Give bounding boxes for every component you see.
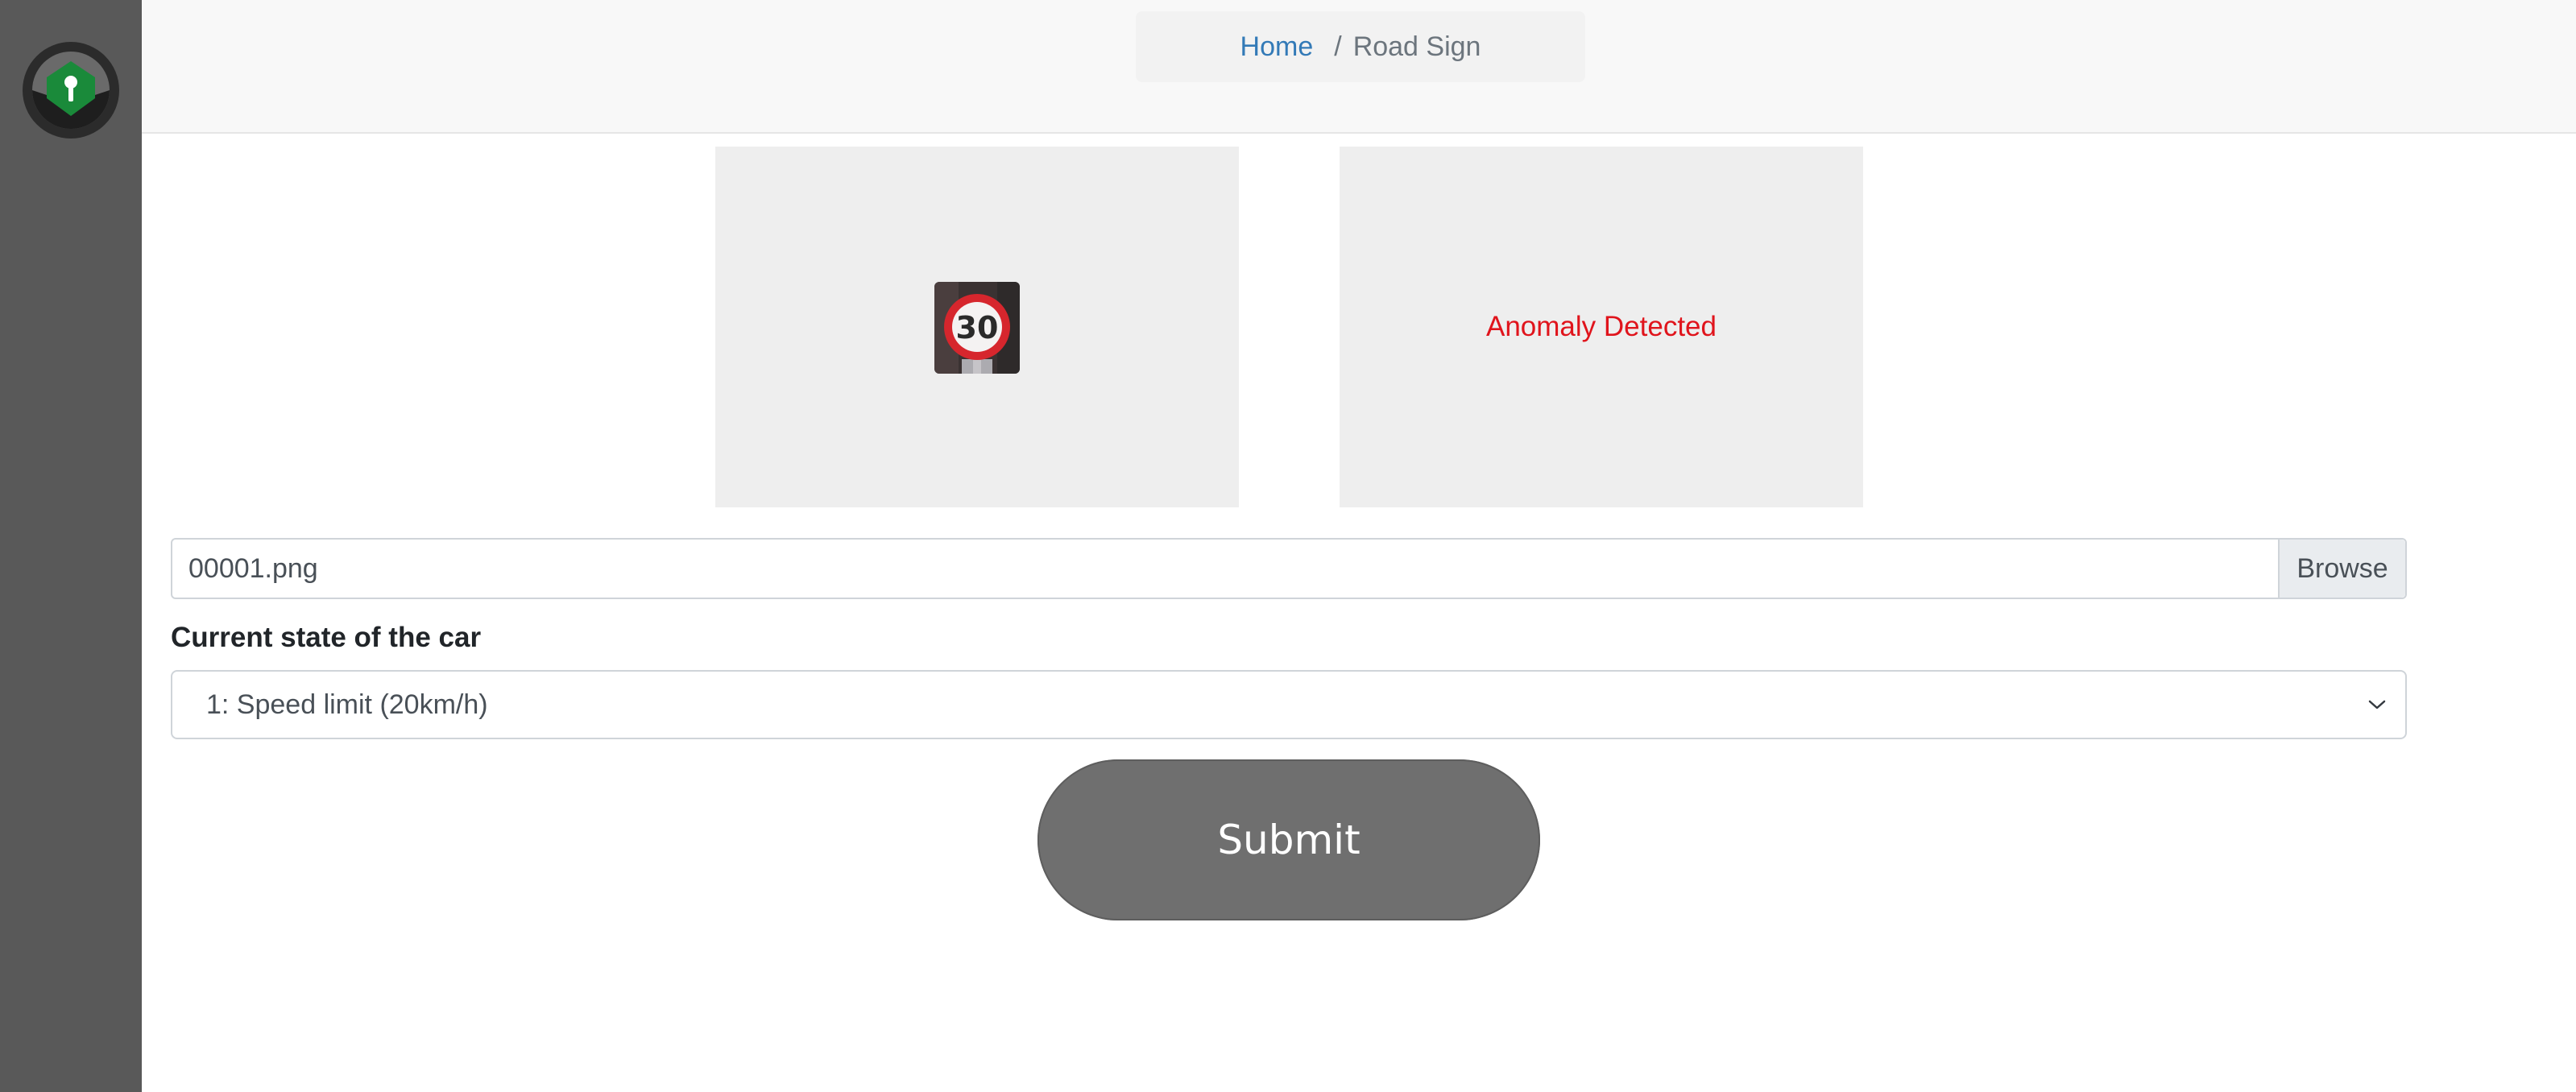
result-panel: Anomaly Detected xyxy=(1340,147,1863,507)
top-header: Home / Road Sign xyxy=(142,0,2576,134)
breadcrumb-home-link[interactable]: Home xyxy=(1240,31,1314,63)
breadcrumb-current: Road Sign xyxy=(1352,31,1481,62)
sign-number: 30 xyxy=(956,310,999,345)
file-upload-field[interactable]: 00001.png Browse xyxy=(171,538,2407,599)
anomaly-status: Anomaly Detected xyxy=(1486,311,1717,342)
breadcrumb-separator: / xyxy=(1334,31,1342,62)
car-state-label: Current state of the car xyxy=(171,622,482,653)
file-name[interactable]: 00001.png xyxy=(172,553,2278,585)
image-preview-panel: 30 xyxy=(715,147,1239,507)
car-state-selected-value[interactable]: 1: Speed limit (20km/h) xyxy=(172,689,2365,721)
sidebar xyxy=(0,0,142,1092)
road-sign-thumbnail: 30 xyxy=(934,282,1020,374)
chevron-down-icon[interactable] xyxy=(2365,697,2389,713)
breadcrumb: Home / Road Sign xyxy=(1136,11,1585,82)
car-state-select[interactable]: 1: Speed limit (20km/h) xyxy=(171,670,2407,739)
browse-button[interactable]: Browse xyxy=(2278,540,2405,598)
submit-button[interactable]: Submit xyxy=(1037,759,1540,920)
steering-wheel-lock-icon[interactable] xyxy=(18,37,124,143)
